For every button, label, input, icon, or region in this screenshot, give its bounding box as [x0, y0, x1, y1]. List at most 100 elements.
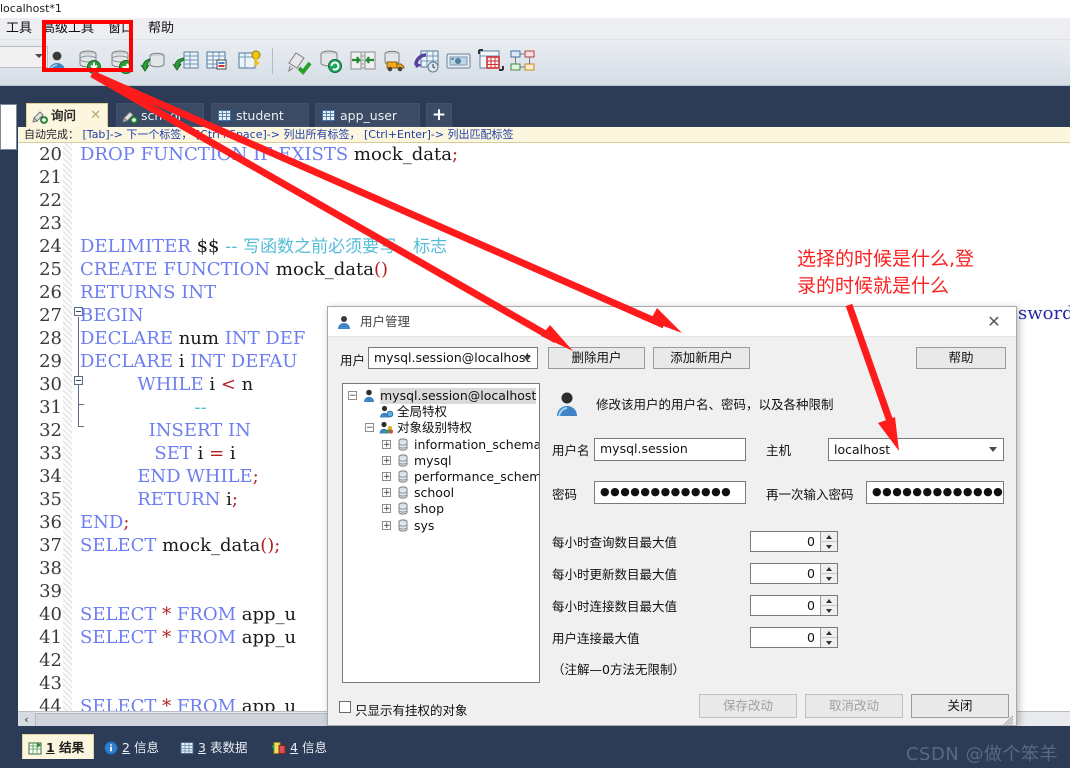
- tree-expander-plus-icon[interactable]: +: [382, 504, 391, 514]
- limit-spinner[interactable]: 0: [750, 627, 838, 648]
- close-icon[interactable]: ✕: [972, 307, 1016, 337]
- code-line[interactable]: DELIMITER $$ -- 写函数之前必须要写，标志: [80, 235, 447, 258]
- line-number: 29: [39, 351, 62, 372]
- delete-user-button[interactable]: 删除用户: [548, 347, 645, 369]
- password-repeat-input[interactable]: ●●●●●●●●●●●●●: [866, 481, 1004, 504]
- host-select-value: localhost: [834, 442, 891, 457]
- profile-info-icon: [271, 739, 287, 755]
- code-line[interactable]: --: [80, 396, 206, 419]
- dialog-description: 修改该用户的用户名、密码，以及各种限制: [596, 397, 834, 412]
- code-token: RETURNS INT: [80, 282, 217, 303]
- tab-student-label: student: [236, 108, 284, 123]
- resize-grip[interactable]: [1002, 711, 1014, 726]
- spinner-up-icon[interactable]: [820, 596, 837, 606]
- tree-expander-plus-icon[interactable]: +: [382, 520, 391, 530]
- limit-spinner[interactable]: 0: [750, 595, 838, 616]
- menu-item-tools[interactable]: 工具: [6, 20, 32, 38]
- monitor-icon[interactable]: [445, 47, 473, 77]
- split-sync-icon[interactable]: [349, 47, 377, 77]
- code-token: app_u: [241, 627, 297, 648]
- code-line[interactable]: CREATE FUNCTION mock_data(): [80, 258, 388, 281]
- code-line[interactable]: WHILE i < n: [80, 373, 253, 396]
- tab-school-label: school*: [141, 108, 188, 123]
- table-compare-icon[interactable]: [477, 47, 505, 77]
- tab-app-user[interactable]: app_user: [315, 103, 420, 127]
- privileges-tree[interactable]: − mysql.session@localhost 全局特权 − 对象级别特权 + info…: [342, 383, 540, 683]
- query-icon: [32, 108, 48, 124]
- username-input[interactable]: mysql.session: [594, 438, 746, 461]
- tree-expander-plus-icon[interactable]: +: [382, 439, 391, 449]
- spinner-down-icon[interactable]: [820, 605, 837, 615]
- code-line[interactable]: SELECT * FROM app_u: [80, 626, 296, 649]
- code-line[interactable]: RETURNS INT: [80, 281, 216, 304]
- result-tab-info-1[interactable]: 2 信息: [98, 734, 170, 759]
- tree-node-label: sys: [414, 517, 435, 533]
- code-line[interactable]: SET i = i: [80, 442, 235, 465]
- tab-student[interactable]: student: [211, 103, 309, 127]
- schema-diagram-icon[interactable]: [509, 47, 537, 77]
- spinner-down-icon[interactable]: [820, 637, 837, 647]
- tab-new-button[interactable]: +: [426, 103, 452, 127]
- result-tab-info-2[interactable]: 4 信息: [266, 734, 338, 759]
- line-number: 31: [39, 397, 62, 418]
- username-label: 用户名: [552, 443, 590, 458]
- tab-query[interactable]: 询问 ✕: [26, 103, 108, 127]
- cancel-changes-button[interactable]: 取消改动: [805, 694, 903, 718]
- flush-check-icon[interactable]: [285, 47, 313, 77]
- tree-expander-plus-icon[interactable]: +: [382, 455, 391, 465]
- code-token: i: [197, 443, 210, 464]
- user-management-dialog[interactable]: 用户管理 ✕ 用户 mysql.session@localhost 删除用户 添…: [327, 306, 1017, 726]
- line-number: 32: [39, 420, 62, 441]
- host-select[interactable]: localhost: [828, 438, 1004, 461]
- code-line[interactable]: SELECT * FROM app_u: [80, 695, 296, 711]
- code-line[interactable]: SELECT * FROM app_u: [80, 603, 296, 626]
- code-line[interactable]: BEGIN: [80, 304, 144, 327]
- code-line[interactable]: DROP FUNCTION IF EXISTS mock_data;: [80, 143, 458, 166]
- limits-note: （注解—0方法无限制）: [552, 662, 685, 677]
- backup-database-icon[interactable]: [140, 47, 168, 77]
- code-line[interactable]: DECLARE num INT DEF: [80, 327, 305, 350]
- table-icon: [321, 108, 337, 124]
- tree-expander-minus-icon[interactable]: −: [348, 391, 357, 401]
- code-line[interactable]: END WHILE;: [80, 465, 259, 488]
- show-granted-only-checkbox[interactable]: 只显示有挂权的对象: [339, 700, 468, 719]
- spinner-up-icon[interactable]: [820, 628, 837, 638]
- result-tab-info-2-label: 4 信息: [290, 740, 327, 755]
- limit-spinner[interactable]: 0: [750, 531, 838, 552]
- code-token: ;: [274, 535, 281, 556]
- table-designer-icon[interactable]: [204, 47, 232, 77]
- code-line[interactable]: RETURN i;: [80, 488, 238, 511]
- save-changes-button[interactable]: 保存改动: [699, 694, 797, 718]
- database-icon: [395, 501, 411, 517]
- code-token: FROM: [176, 627, 242, 648]
- code-line[interactable]: SELECT mock_data();: [80, 534, 280, 557]
- spinner-up-icon[interactable]: [820, 564, 837, 574]
- result-tab-table-data[interactable]: 3 表数据: [174, 734, 262, 759]
- code-line[interactable]: END;: [80, 511, 129, 534]
- code-line[interactable]: INSERT IN: [80, 419, 251, 442]
- privileges-key-icon[interactable]: [236, 47, 264, 77]
- close-dialog-button[interactable]: 关闭: [911, 694, 1009, 718]
- tab-school[interactable]: school*: [116, 103, 204, 127]
- help-button[interactable]: 帮助: [916, 347, 1006, 369]
- result-tab-results[interactable]: 1 结果: [22, 734, 94, 759]
- restore-table-icon[interactable]: [172, 47, 200, 77]
- spinner-down-icon[interactable]: [820, 541, 837, 551]
- menu-item-help[interactable]: 帮助: [148, 20, 174, 38]
- data-transfer-icon[interactable]: [381, 47, 409, 77]
- code-line[interactable]: DECLARE i INT DEFAU: [80, 350, 297, 373]
- limit-spinner[interactable]: 0: [750, 563, 838, 584]
- add-user-button[interactable]: 添加新用户: [653, 347, 750, 369]
- spinner-down-icon[interactable]: [820, 573, 837, 583]
- code-token: mock_data: [275, 259, 374, 280]
- password-input[interactable]: ●●●●●●●●●●●●●: [594, 481, 746, 504]
- tree-expander-plus-icon[interactable]: +: [382, 488, 391, 498]
- refresh-database-icon[interactable]: [317, 47, 345, 77]
- user-select[interactable]: mysql.session@localhost: [368, 347, 538, 369]
- sync-grid-icon[interactable]: [413, 47, 441, 77]
- tab-close-icon[interactable]: ✕: [90, 104, 101, 128]
- connection-combo[interactable]: [0, 46, 48, 68]
- tree-expander-minus-icon[interactable]: −: [365, 423, 374, 433]
- tree-expander-plus-icon[interactable]: +: [382, 472, 391, 482]
- spinner-up-icon[interactable]: [820, 532, 837, 542]
